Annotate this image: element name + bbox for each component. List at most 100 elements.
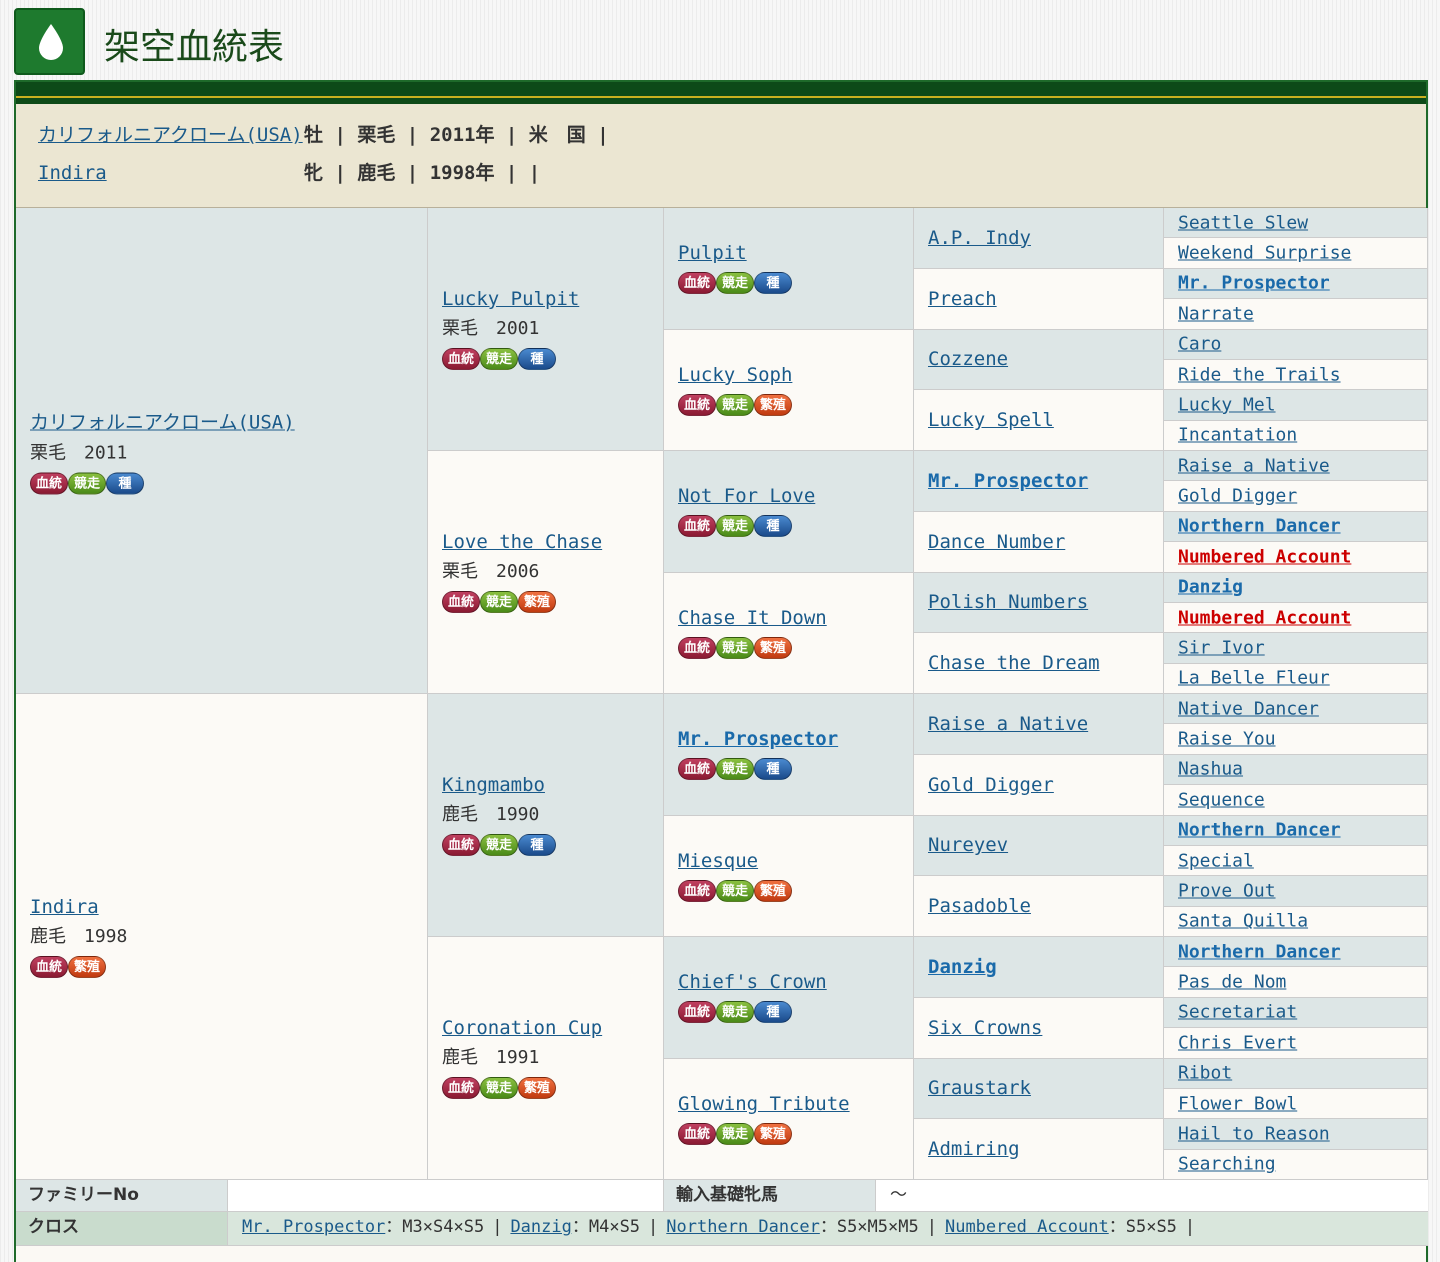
horse-link[interactable]: Cozzene bbox=[928, 348, 1008, 370]
horse-link[interactable]: Danzig bbox=[1178, 577, 1243, 598]
horse-link[interactable]: La Belle Fleur bbox=[1178, 668, 1330, 689]
horse-link[interactable]: Sequence bbox=[1178, 789, 1265, 810]
horse-link[interactable]: Special bbox=[1178, 850, 1254, 871]
cross-horse-link[interactable]: Numbered Account bbox=[945, 1217, 1109, 1237]
horse-link[interactable]: Coronation Cup bbox=[442, 1017, 602, 1039]
horse-link[interactable]: Lucky Soph bbox=[678, 364, 792, 386]
horse-link[interactable]: Preach bbox=[928, 288, 997, 310]
breed-badge[interactable]: 繁殖 bbox=[754, 1122, 792, 1145]
race-badge[interactable]: 競走 bbox=[480, 1077, 518, 1099]
horse-link[interactable]: Miesque bbox=[678, 850, 792, 872]
horse-link[interactable]: Lucky Pulpit bbox=[442, 288, 579, 310]
stud-badge[interactable]: 種 bbox=[754, 1001, 792, 1024]
kettou-badge[interactable]: 血統 bbox=[678, 1122, 716, 1145]
kettou-badge[interactable]: 血統 bbox=[678, 272, 716, 295]
horse-link[interactable]: Raise a Native bbox=[928, 713, 1088, 735]
kettou-badge[interactable]: 血統 bbox=[678, 636, 716, 659]
kettou-badge[interactable]: 血統 bbox=[678, 515, 716, 538]
cross-horse-link[interactable]: Northern Dancer bbox=[666, 1217, 820, 1237]
horse-link[interactable]: Ride the Trails bbox=[1178, 364, 1341, 385]
race-badge[interactable]: 競走 bbox=[716, 393, 754, 416]
horse-link[interactable]: Lucky Spell bbox=[928, 409, 1054, 431]
horse-link[interactable]: A.P. Indy bbox=[928, 227, 1031, 249]
race-badge[interactable]: 競走 bbox=[480, 348, 518, 370]
horse-link[interactable]: Chris Evert bbox=[1178, 1032, 1297, 1053]
horse-name-link[interactable]: カリフォルニアクローム(USA) bbox=[38, 120, 304, 147]
race-badge[interactable]: 競走 bbox=[716, 1001, 754, 1024]
horse-link[interactable]: Caro bbox=[1178, 334, 1221, 355]
horse-link[interactable]: Graustark bbox=[928, 1077, 1031, 1099]
kettou-badge[interactable]: 血統 bbox=[442, 348, 480, 370]
horse-link[interactable]: Mr. Prospector bbox=[678, 728, 838, 750]
race-badge[interactable]: 競走 bbox=[716, 758, 754, 781]
race-badge[interactable]: 競走 bbox=[716, 515, 754, 538]
horse-link[interactable]: Love the Chase bbox=[442, 531, 602, 553]
race-badge[interactable]: 競走 bbox=[480, 834, 518, 856]
horse-link[interactable]: Searching bbox=[1178, 1154, 1276, 1175]
kettou-badge[interactable]: 血統 bbox=[678, 1001, 716, 1024]
breed-badge[interactable]: 繁殖 bbox=[754, 393, 792, 416]
horse-link[interactable]: Pasadoble bbox=[928, 895, 1031, 917]
stud-badge[interactable]: 種 bbox=[754, 515, 792, 538]
horse-link[interactable]: Raise You bbox=[1178, 729, 1276, 750]
kettou-badge[interactable]: 血統 bbox=[442, 591, 480, 613]
race-badge[interactable]: 競走 bbox=[716, 1122, 754, 1145]
horse-link[interactable]: Dance Number bbox=[928, 531, 1065, 553]
breed-badge[interactable]: 繁殖 bbox=[68, 955, 106, 978]
horse-link[interactable]: Chase It Down bbox=[678, 607, 827, 629]
cross-horse-link[interactable]: Danzig bbox=[510, 1217, 571, 1237]
cross-horse-link[interactable]: Mr. Prospector bbox=[242, 1217, 385, 1237]
horse-link[interactable]: カリフォルニアクローム(USA) bbox=[30, 407, 295, 434]
race-badge[interactable]: 競走 bbox=[480, 591, 518, 613]
kettou-badge[interactable]: 血統 bbox=[442, 1077, 480, 1099]
horse-link[interactable]: Not For Love bbox=[678, 485, 815, 507]
horse-link[interactable]: Santa Quilla bbox=[1178, 911, 1308, 932]
horse-link[interactable]: Ribot bbox=[1178, 1063, 1232, 1084]
horse-link[interactable]: Prove Out bbox=[1178, 880, 1276, 901]
stud-badge[interactable]: 種 bbox=[518, 348, 556, 370]
kettou-badge[interactable]: 血統 bbox=[442, 834, 480, 856]
horse-link[interactable]: Gold Digger bbox=[928, 774, 1054, 796]
horse-link[interactable]: Native Dancer bbox=[1178, 698, 1319, 719]
horse-link[interactable]: Northern Dancer bbox=[1178, 516, 1341, 537]
horse-link[interactable]: Chase the Dream bbox=[928, 652, 1100, 674]
breed-badge[interactable]: 繁殖 bbox=[754, 636, 792, 659]
horse-link[interactable]: Weekend Surprise bbox=[1178, 243, 1351, 264]
race-badge[interactable]: 競走 bbox=[716, 879, 754, 902]
race-badge[interactable]: 競走 bbox=[68, 472, 106, 494]
horse-link[interactable]: Hail to Reason bbox=[1178, 1123, 1330, 1144]
horse-link[interactable]: Chief's Crown bbox=[678, 971, 827, 993]
horse-link[interactable]: Flower Bowl bbox=[1178, 1093, 1297, 1114]
dam-name-link[interactable]: Indira bbox=[38, 162, 304, 184]
horse-link[interactable]: Numbered Account bbox=[1178, 546, 1351, 567]
horse-link[interactable]: Polish Numbers bbox=[928, 591, 1088, 613]
kettou-badge[interactable]: 血統 bbox=[678, 879, 716, 902]
horse-link[interactable]: Northern Dancer bbox=[1178, 941, 1341, 962]
horse-link[interactable]: Mr. Prospector bbox=[1178, 273, 1330, 294]
kettou-badge[interactable]: 血統 bbox=[678, 393, 716, 416]
horse-link[interactable]: Admiring bbox=[928, 1138, 1020, 1160]
horse-link[interactable]: Lucky Mel bbox=[1178, 394, 1276, 415]
horse-link[interactable]: Sir Ivor bbox=[1178, 637, 1265, 658]
horse-link[interactable]: Seattle Slew bbox=[1178, 212, 1308, 233]
horse-link[interactable]: Kingmambo bbox=[442, 774, 556, 796]
stud-badge[interactable]: 種 bbox=[754, 758, 792, 781]
kettou-badge[interactable]: 血統 bbox=[678, 758, 716, 781]
stud-badge[interactable]: 種 bbox=[754, 272, 792, 295]
breed-badge[interactable]: 繁殖 bbox=[754, 879, 792, 902]
breed-badge[interactable]: 繁殖 bbox=[518, 591, 556, 613]
horse-link[interactable]: Nureyev bbox=[928, 834, 1008, 856]
stud-badge[interactable]: 種 bbox=[518, 834, 556, 856]
horse-link[interactable]: Six Crowns bbox=[928, 1017, 1042, 1039]
horse-link[interactable]: Pas de Nom bbox=[1178, 972, 1286, 993]
kettou-badge[interactable]: 血統 bbox=[30, 472, 68, 494]
horse-link[interactable]: Gold Digger bbox=[1178, 486, 1297, 507]
horse-link[interactable]: Incantation bbox=[1178, 425, 1297, 446]
horse-link[interactable]: Danzig bbox=[928, 956, 997, 978]
kettou-badge[interactable]: 血統 bbox=[30, 955, 68, 978]
horse-link[interactable]: Pulpit bbox=[678, 242, 792, 264]
horse-link[interactable]: Northern Dancer bbox=[1178, 820, 1341, 841]
stud-badge[interactable]: 種 bbox=[106, 472, 144, 494]
horse-link[interactable]: Raise a Native bbox=[1178, 455, 1330, 476]
horse-link[interactable]: Indira bbox=[30, 896, 127, 918]
